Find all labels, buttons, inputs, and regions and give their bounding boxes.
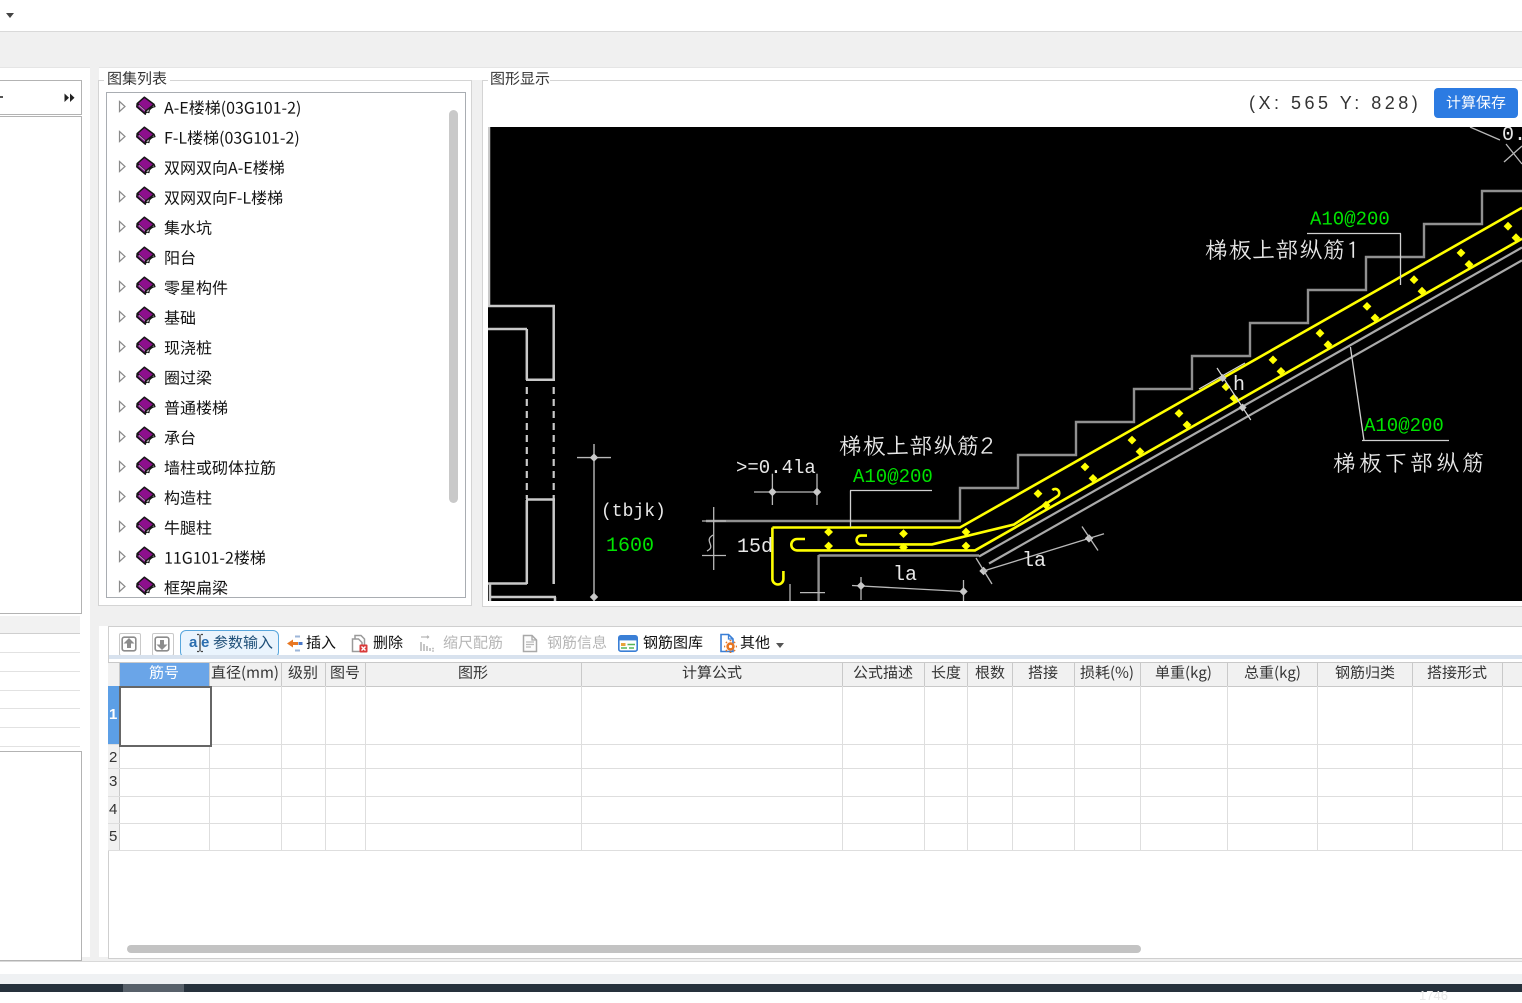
svg-text:A10@200: A10@200 (1310, 209, 1390, 231)
svg-text:h: h (1233, 374, 1245, 397)
svg-text:>=0.4la: >=0.4la (736, 457, 816, 479)
svg-text:A10@200: A10@200 (853, 466, 933, 488)
svg-text:la: la (1022, 550, 1046, 573)
svg-text:15d: 15d (737, 536, 773, 559)
svg-text:A10@200: A10@200 (1364, 415, 1444, 437)
svg-text:1600: 1600 (606, 535, 654, 558)
svg-text:la: la (893, 564, 917, 587)
svg-text:(tbjk): (tbjk) (601, 502, 666, 522)
svg-text:0.: 0. (1502, 127, 1522, 147)
